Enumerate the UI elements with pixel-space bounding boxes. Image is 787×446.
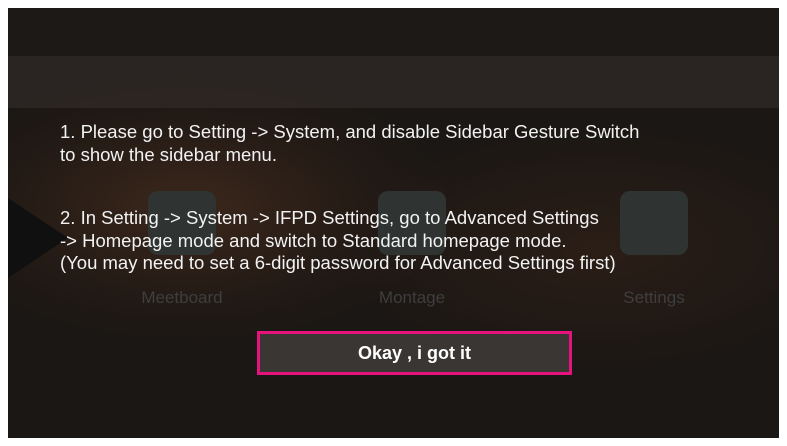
meetboard-app-label: Meetboard <box>141 288 223 307</box>
instruction-step-1: 1. Please go to Setting -> System, and d… <box>60 121 760 166</box>
instruction-step-2: 2. In Setting -> System -> IFPD Settings… <box>60 207 760 275</box>
instruction-step-1-line-2: to show the sidebar menu. <box>60 143 277 165</box>
montage-app-label: Montage <box>378 288 446 307</box>
instruction-step-2-line-2: -> Homepage mode and switch to Standard … <box>60 229 567 251</box>
instruction-step-2-line-1: 2. In Setting -> System -> IFPD Settings… <box>60 207 599 228</box>
instruction-step-1-line-1: 1. Please go to Setting -> System, and d… <box>60 121 640 142</box>
okay-got-it-button[interactable]: Okay , i got it <box>257 331 572 375</box>
settings-app-label: Settings <box>623 288 685 307</box>
background-wallpaper-shape <box>8 198 68 278</box>
instruction-step-2-line-3: (You may need to set a 6-digit password … <box>60 252 616 273</box>
screen: Meetboard Montage Settings 1. Please go … <box>8 8 779 438</box>
background-top-bar <box>8 8 779 56</box>
